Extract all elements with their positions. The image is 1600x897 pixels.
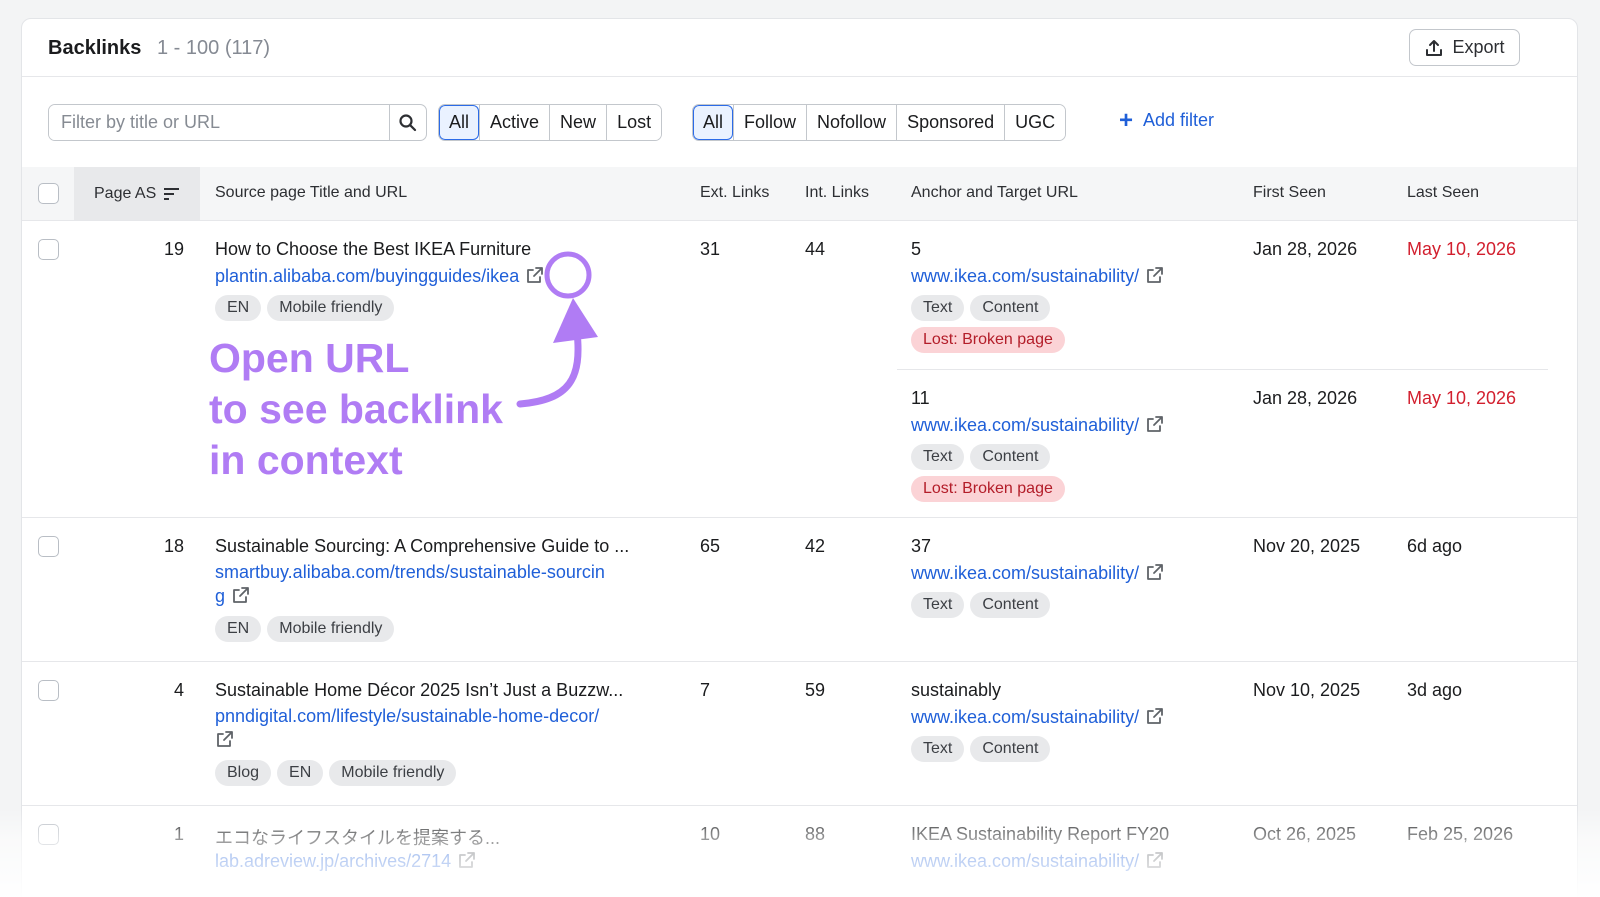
highlight-circle [544,251,592,299]
annotation-callout: Open URL to see backlink in context [209,333,503,486]
annotation-line2: to see backlink [209,386,503,432]
annotation-line1: Open URL [209,335,410,381]
annotation-line3: in context [209,437,403,483]
callout-arrow-line [516,328,582,408]
callout-arrow-head [553,298,598,343]
